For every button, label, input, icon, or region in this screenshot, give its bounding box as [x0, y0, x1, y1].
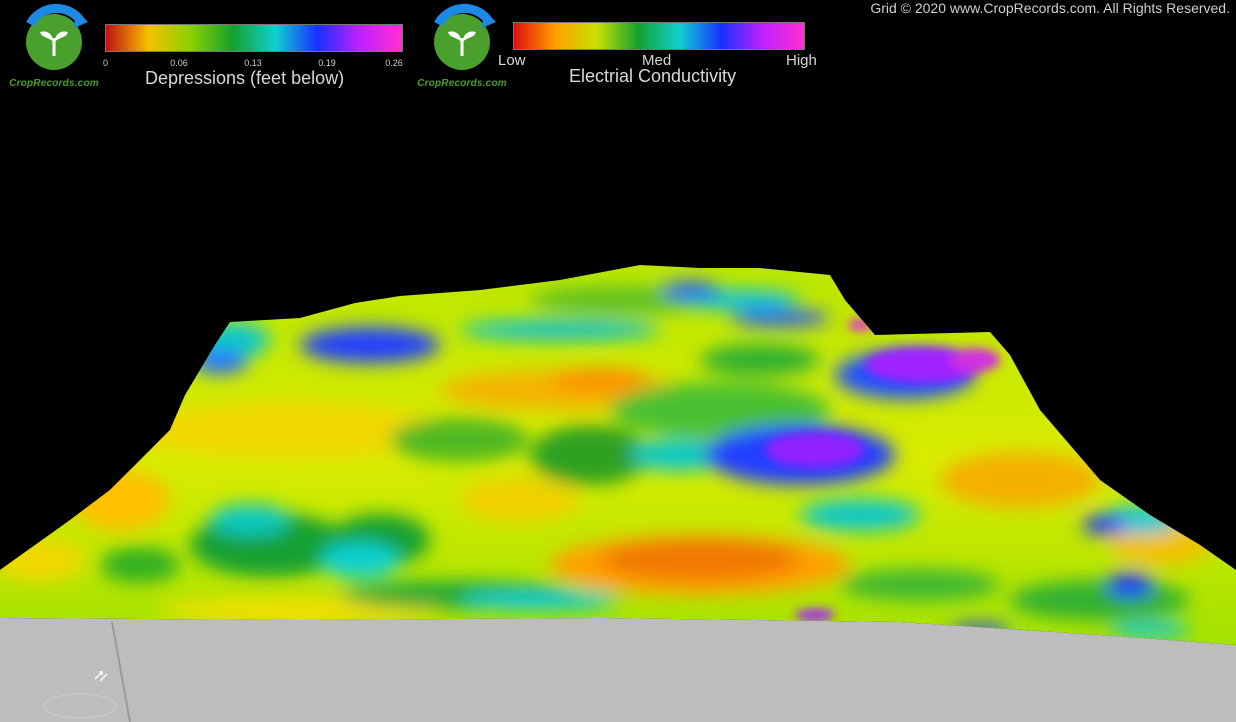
croprecords-logo-icon [26, 3, 88, 70]
map-3d-viewport[interactable]: CropRecords.com 0 0.06 0.13 0.19 0.26 Depres… [0, 0, 1236, 722]
logo-text: CropRecords.com [9, 78, 99, 89]
ec-high-label: High [786, 52, 817, 69]
depressions-color-bar [105, 24, 403, 52]
depressions-tick-label: 0 [103, 58, 109, 68]
ec-color-bar [513, 22, 805, 50]
depressions-tick-label: 0.26 [385, 58, 403, 68]
croprecords-logo-2: CropRecords.com [414, 2, 510, 94]
cursor-icon [94, 671, 108, 682]
depressions-tick-label: 0.13 [244, 58, 262, 68]
depressions-tick-label: 0.19 [318, 58, 336, 68]
copyright-notice: Grid © 2020 www.CropRecords.com. All Rig… [870, 0, 1230, 16]
depressions-legend-title: Depressions (feet below) [145, 68, 345, 88]
ec-terrain-surface[interactable] [0, 0, 1236, 722]
ec-legend-title: Electrial Conductivity [569, 66, 737, 86]
croprecords-logo: CropRecords.com [6, 2, 102, 94]
logo-text: CropRecords.com [417, 78, 507, 89]
croprecords-logo-icon [434, 3, 496, 70]
depressions-tick-label: 0.06 [170, 58, 188, 68]
ec-low-label: Low [498, 52, 526, 69]
